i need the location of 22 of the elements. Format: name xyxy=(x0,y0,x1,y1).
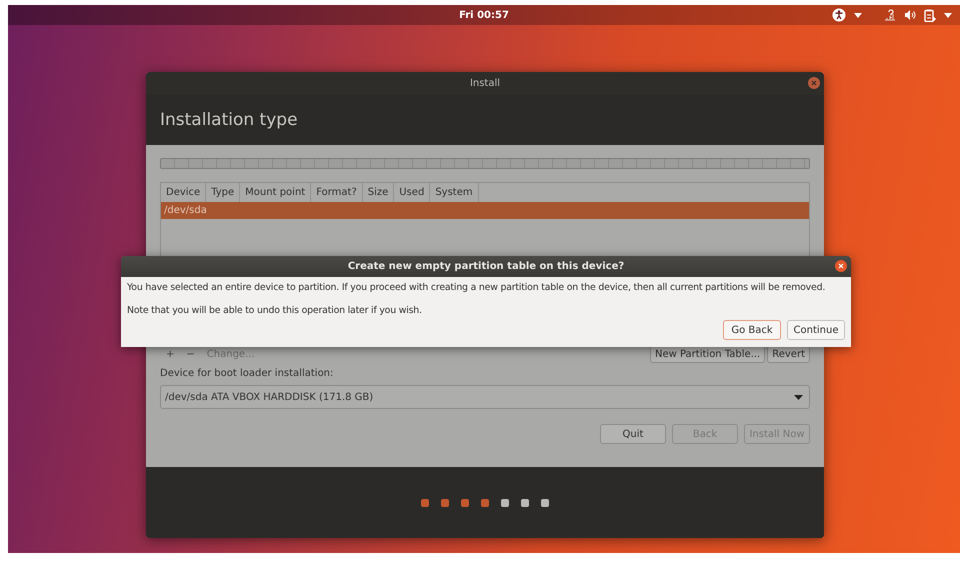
dialog-message: Note that you will be able to undo this operation later if you wish. xyxy=(127,305,423,316)
window-title: Install xyxy=(470,78,500,89)
table-action[interactable]: + xyxy=(166,348,174,360)
dialog-title: Create new empty partition table on this device? xyxy=(348,261,624,272)
speaker-icon[interactable] xyxy=(904,9,916,21)
nav-button[interactable]: Quit xyxy=(600,424,666,444)
close-icon[interactable] xyxy=(835,260,847,272)
network-icon[interactable] xyxy=(884,9,896,21)
caret-icon[interactable] xyxy=(944,12,952,18)
dialog-button[interactable]: Go Back xyxy=(723,320,781,340)
page-heading: Installation type xyxy=(160,110,298,130)
bootloader-dropdown[interactable]: /dev/sda ATA VBOX HARDDISK (171.8 GB) xyxy=(160,385,810,409)
caret-icon[interactable] xyxy=(854,12,862,18)
bootloader-label: Device for boot loader installation: xyxy=(160,368,334,379)
accessibility-icon[interactable] xyxy=(832,8,846,22)
table-action[interactable]: − xyxy=(186,348,195,360)
table-row[interactable]: /dev/sda xyxy=(161,202,809,219)
clipboard-icon[interactable] xyxy=(924,8,936,22)
dialog-message: You have selected an entire device to partition. If you proceed with creating a new partition table on the device, then all current partitions will be removed. xyxy=(127,282,826,293)
clock[interactable]: Fri 00:57 xyxy=(459,10,509,20)
caret-icon xyxy=(794,394,803,400)
dialog-button[interactable]: Continue xyxy=(787,320,845,340)
